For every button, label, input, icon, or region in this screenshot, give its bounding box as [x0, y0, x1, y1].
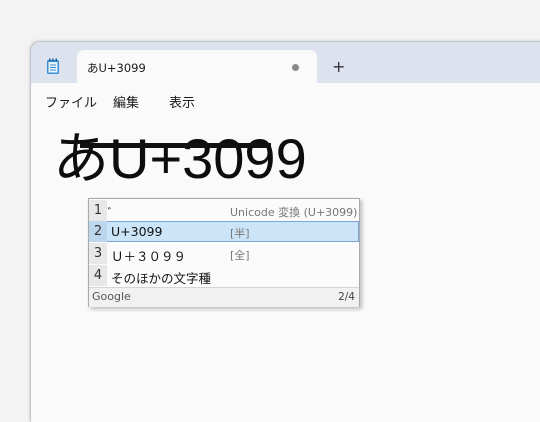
candidate-description: [全]	[230, 249, 250, 262]
candidate-4[interactable]: 4 そのほかの文字種	[89, 265, 359, 286]
ime-brand-label: Google	[92, 290, 131, 303]
tab-title: あU+3099	[87, 61, 146, 75]
candidate-2-selected[interactable]: 2 U+3099 [半]	[89, 221, 359, 242]
menu-file[interactable]: ファイル	[45, 92, 97, 111]
candidate-text: Ｕ＋３０９９	[111, 249, 187, 264]
candidate-number: 2	[89, 221, 107, 242]
candidate-1[interactable]: 1 ゙ Unicode 変換 (U+3099)	[89, 200, 359, 221]
title-bar: あU+3099 +	[31, 42, 540, 84]
candidate-number: 3	[89, 243, 107, 264]
menu-edit[interactable]: 編集	[113, 92, 139, 111]
new-tab-button[interactable]: +	[332, 58, 345, 76]
candidate-3[interactable]: 3 Ｕ＋３０９９ [全]	[89, 243, 359, 264]
candidate-description: [半]	[230, 227, 250, 240]
candidate-number: 1	[89, 200, 107, 221]
committed-text: あ	[53, 127, 109, 190]
notepad-icon	[47, 58, 59, 74]
composition-underline	[80, 143, 271, 148]
unsaved-dot-icon[interactable]	[292, 64, 299, 71]
candidate-description: Unicode 変換 (U+3099)	[230, 206, 358, 219]
menu-view[interactable]: 表示	[169, 92, 195, 111]
ime-candidate-window: 1 ゙ Unicode 変換 (U+3099) 2 U+3099 [半] 3 Ｕ…	[88, 198, 360, 307]
document-tab[interactable]: あU+3099	[77, 50, 317, 84]
candidate-page-indicator: 2/4	[338, 291, 355, 303]
candidate-text: そのほかの文字種	[111, 271, 212, 286]
ime-composition-text: U+3099	[109, 127, 307, 190]
candidate-footer: Google 2/4	[89, 287, 359, 307]
candidate-text: U+3099	[111, 224, 163, 239]
candidate-number: 4	[89, 265, 107, 286]
menu-bar: ファイル 編集 表示	[31, 83, 540, 115]
text-line: あU+3099	[53, 127, 307, 191]
